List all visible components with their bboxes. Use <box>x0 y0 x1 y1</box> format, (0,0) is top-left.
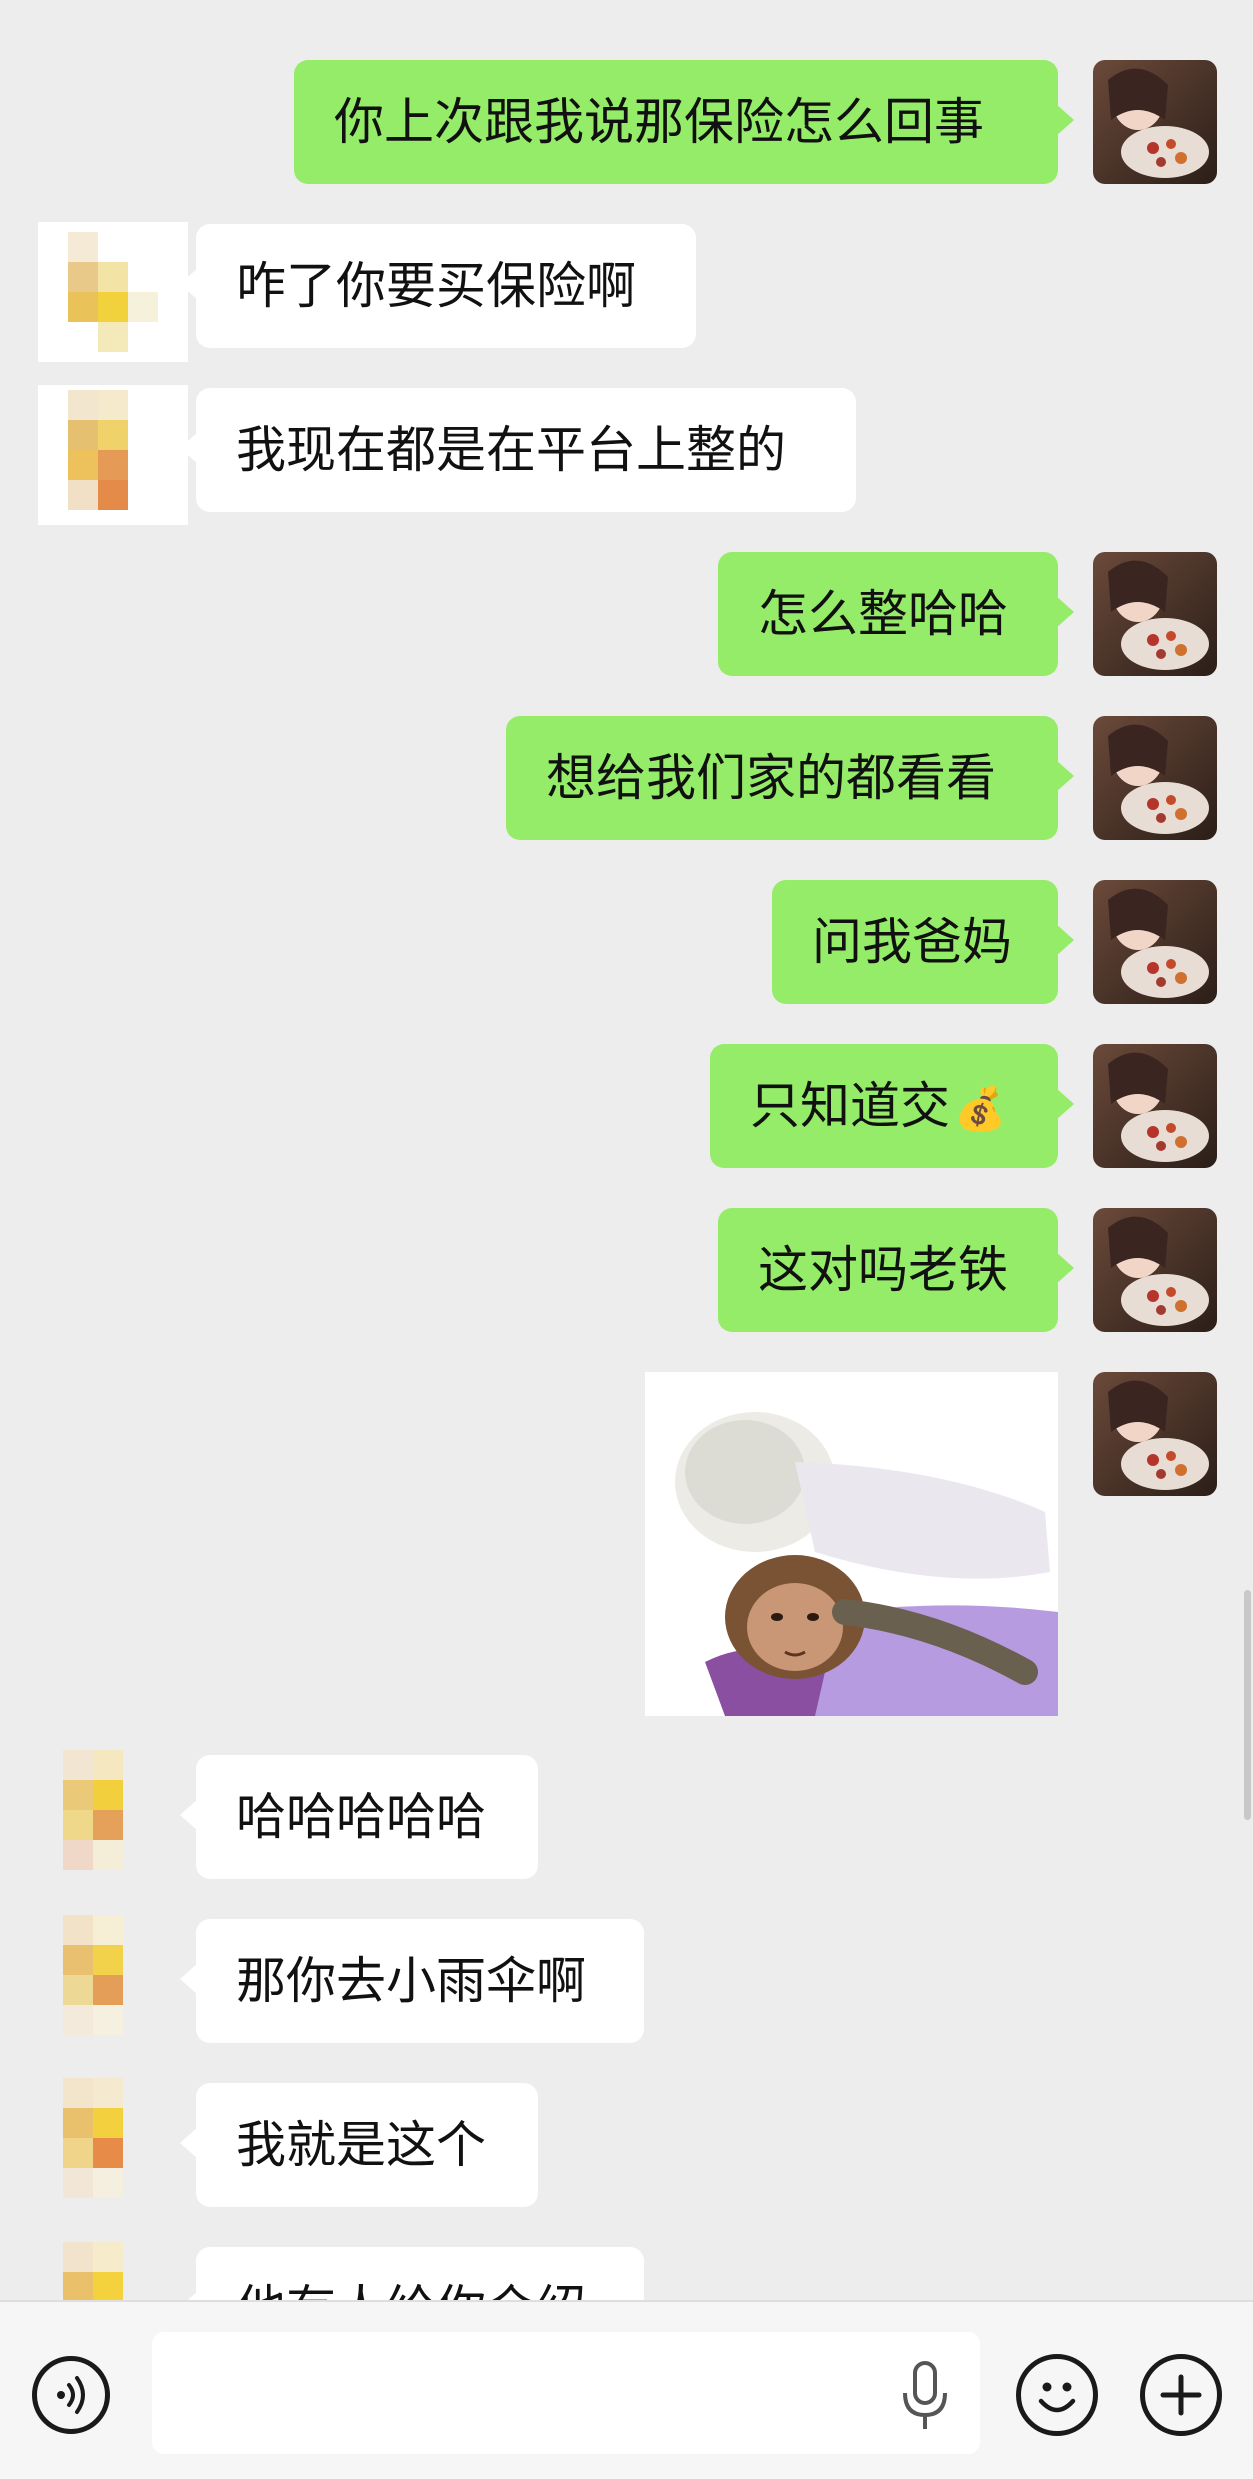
chat-area[interactable]: 你上次跟我说那保险怎么回事 咋了你要买保险啊 我现在都是在平台上整的 怎么整哈哈… <box>0 0 1253 2300</box>
my-avatar[interactable] <box>1093 880 1217 1004</box>
my-avatar[interactable] <box>1093 552 1217 676</box>
contact-avatar-pixelated[interactable] <box>38 385 188 525</box>
chat-scrollbar[interactable] <box>1244 1590 1251 1820</box>
message-bubble-received[interactable]: 咋了你要买保险啊 <box>180 224 696 348</box>
my-avatar[interactable] <box>1093 1044 1217 1168</box>
message-text: 只知道交 <box>750 1077 950 1135</box>
contact-avatar-pixelated[interactable] <box>28 2068 168 2218</box>
contact-avatar-pixelated[interactable] <box>28 1905 168 2055</box>
message-bubble-sent[interactable]: 只知道交💰 <box>710 1044 1074 1168</box>
contact-avatar-pixelated[interactable] <box>28 2232 168 2300</box>
message-input[interactable] <box>152 2332 980 2454</box>
message-bubble-received[interactable]: 那你去小雨伞啊 <box>180 1919 644 2043</box>
voice-icon[interactable] <box>32 2356 110 2434</box>
my-avatar[interactable] <box>1093 1372 1217 1496</box>
contact-avatar-pixelated[interactable] <box>38 222 188 362</box>
message-bubble-sent[interactable]: 你上次跟我说那保险怎么回事 <box>294 60 1074 184</box>
message-bubble-sent[interactable]: 这对吗老铁 <box>718 1208 1074 1332</box>
contact-avatar-pixelated[interactable] <box>28 1740 168 1890</box>
message-bubble-sent[interactable]: 怎么整哈哈 <box>718 552 1074 676</box>
my-avatar[interactable] <box>1093 60 1217 184</box>
input-bar <box>0 2300 1253 2479</box>
message-bubble-received[interactable]: 哈哈哈哈哈 <box>180 1755 538 1879</box>
message-bubble-received[interactable]: 他有人给你介绍 <box>180 2247 644 2300</box>
message-bubble-sent[interactable]: 问我爸妈 <box>772 880 1074 1004</box>
mic-icon[interactable] <box>895 2357 955 2437</box>
monkey-sticker[interactable] <box>645 1372 1058 1716</box>
money-bag-emoji: 💰 <box>954 1084 1007 1133</box>
my-avatar[interactable] <box>1093 1208 1217 1332</box>
plus-icon[interactable] <box>1140 2354 1222 2436</box>
message-bubble-sent[interactable]: 想给我们家的都看看 <box>506 716 1074 840</box>
my-avatar[interactable] <box>1093 716 1217 840</box>
message-bubble-received[interactable]: 我现在都是在平台上整的 <box>180 388 856 512</box>
emoji-icon[interactable] <box>1016 2354 1098 2436</box>
message-bubble-received[interactable]: 我就是这个 <box>180 2083 538 2207</box>
